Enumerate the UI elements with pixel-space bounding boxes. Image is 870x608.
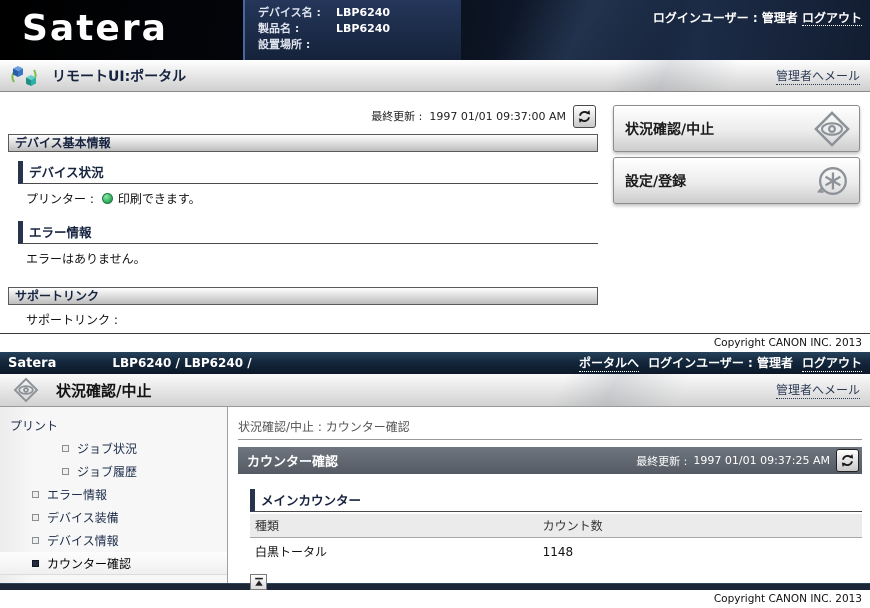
device-status-block: デバイス状況 プリンター : 印刷できます。 エラー情報 エラーはありません。	[18, 161, 598, 267]
sidebar-item-job-status[interactable]: ジョブ状況	[0, 437, 227, 460]
login-user-label: ログインユーザー : 管理者	[653, 11, 798, 25]
counter-refresh-button[interactable]	[836, 449, 859, 472]
last-update-label: 最終更新 :	[371, 108, 422, 124]
sidebar-item-label: プリント	[10, 417, 58, 434]
main-content: 状況確認/中止 : カウンター確認 カウンター確認 最終更新 : 1997 01…	[228, 407, 870, 583]
refresh-button[interactable]	[573, 105, 596, 128]
sidebar: プリント ジョブ状況 ジョブ履歴 エラー情報 デバイス装備 デバイス情報	[0, 407, 228, 583]
device-name-value: LBP6240	[336, 5, 390, 21]
location-row: 設置場所 :	[258, 37, 461, 53]
counter-update-label: 最終更新 :	[636, 453, 687, 469]
sidebar-item-job-history[interactable]: ジョブ履歴	[0, 460, 227, 483]
mail-to-admin-link[interactable]: 管理者へメール	[776, 67, 860, 85]
status-page-title: 状況確認/中止	[56, 380, 151, 401]
remote-ui-page: Satera デバイス名 : LBP6240 製品名 : LBP6240 設置場…	[0, 0, 870, 608]
settings-registration-button-label: 設定/登録	[625, 171, 686, 191]
error-status-text: エラーはありません。	[26, 250, 146, 267]
counter-check-bar: カウンター確認 最終更新 : 1997 01/01 09:37:25 AM	[238, 447, 862, 474]
eye-diamond-icon-small	[13, 377, 39, 403]
status-body: プリント ジョブ状況 ジョブ履歴 エラー情報 デバイス装備 デバイス情報	[0, 407, 870, 583]
counter-count-cell: 1148	[538, 538, 862, 566]
counter-table: 種類 カウント数 白黒トータル 1148	[250, 514, 862, 565]
main-counter-header: メインカウンター	[250, 489, 862, 512]
portal-right-column: 状況確認/中止 設定/登録	[613, 105, 860, 209]
sidebar-item-device-info[interactable]: デバイス情報	[0, 529, 227, 552]
portal-header: Satera デバイス名 : LBP6240 製品名 : LBP6240 設置場…	[0, 0, 870, 60]
nav-links: ポータルへ ログインユーザー : 管理者 ログアウト	[579, 354, 862, 372]
satera-logo: Satera	[22, 8, 168, 49]
printer-status-row: プリンター : 印刷できます。	[18, 190, 598, 207]
sidebar-item-label: ジョブ状況	[77, 440, 137, 457]
sidebar-item-label: エラー情報	[47, 486, 107, 503]
square-bullet-icon	[32, 491, 39, 498]
counter-update-row: 最終更新 : 1997 01/01 09:37:25 AM	[636, 449, 859, 472]
sidebar-item-label: デバイス情報	[47, 532, 119, 549]
square-bullet-icon-selected	[32, 560, 39, 567]
last-update-value: 1997 01/01 09:37:00 AM	[429, 110, 566, 123]
logout-link-2[interactable]: ログアウト	[802, 354, 862, 372]
device-name-row: デバイス名 : LBP6240	[258, 5, 461, 21]
counter-table-header-row: 種類 カウント数	[250, 514, 862, 538]
counter-type-cell: 白黒トータル	[250, 538, 538, 566]
sidebar-item-print[interactable]: プリント	[0, 414, 227, 437]
last-update-row: 最終更新 : 1997 01/01 09:37:00 AM	[8, 104, 598, 128]
device-info-panel: デバイス名 : LBP6240 製品名 : LBP6240 設置場所 :	[243, 0, 461, 60]
error-info-header: エラー情報	[18, 221, 598, 244]
portal-cubes-icon	[10, 65, 38, 87]
support-link-header: サポートリンク	[8, 287, 598, 305]
satera-brand-small: Satera	[8, 356, 56, 371]
product-name-row: 製品名 : LBP6240	[258, 21, 461, 37]
portal-left-column: 最終更新 : 1997 01/01 09:37:00 AM デバイス基本情報 デ…	[8, 104, 598, 328]
device-basic-info-header: デバイス基本情報	[8, 134, 598, 152]
status-monitor-button[interactable]: 状況確認/中止	[613, 105, 860, 152]
counter-check-title: カウンター確認	[247, 451, 338, 470]
device-path: LBP6240 / LBP6240 /	[112, 356, 251, 370]
settings-asterisk-icon	[813, 162, 851, 200]
status-copyright: Copyright CANON INC. 2013	[0, 590, 870, 608]
square-bullet-icon	[32, 514, 39, 521]
sidebar-item-device-features[interactable]: デバイス装備	[0, 506, 227, 529]
mail-to-admin-link-2[interactable]: 管理者へメール	[776, 381, 860, 399]
support-link-row: サポートリンク :	[8, 311, 598, 328]
square-bullet-icon	[62, 468, 69, 475]
eye-diamond-icon	[813, 110, 851, 148]
status-title-bar: 状況確認/中止 管理者へメール	[0, 374, 870, 407]
portal-content: 最終更新 : 1997 01/01 09:37:00 AM デバイス基本情報 デ…	[0, 92, 870, 352]
status-green-dot-icon	[102, 193, 113, 204]
counter-type-header: 種類	[250, 514, 538, 538]
product-name-label: 製品名 :	[258, 21, 336, 37]
to-portal-link[interactable]: ポータルへ	[579, 354, 639, 372]
sidebar-item-label: デバイス装備	[47, 509, 119, 526]
login-user-label-2: ログインユーザー : 管理者	[648, 354, 793, 372]
main-counter-block: メインカウンター 種類 カウント数 白黒トータル 1148	[250, 489, 862, 590]
device-name-label: デバイス名 :	[258, 5, 336, 21]
counter-count-header: カウント数	[538, 514, 862, 538]
printer-label: プリンター :	[26, 190, 94, 207]
counter-table-row: 白黒トータル 1148	[250, 538, 862, 566]
sidebar-item-error-info[interactable]: エラー情報	[0, 483, 227, 506]
settings-registration-button[interactable]: 設定/登録	[613, 157, 860, 204]
square-bullet-icon	[32, 537, 39, 544]
device-status-header: デバイス状況	[18, 161, 598, 184]
sidebar-item-label: ジョブ履歴	[77, 463, 137, 480]
status-monitor-button-label: 状況確認/中止	[625, 119, 714, 139]
portal-title-bar: リモートUI:ポータル 管理者へメール	[0, 60, 870, 92]
error-status-row: エラーはありません。	[18, 250, 598, 267]
product-name-value: LBP6240	[336, 21, 390, 37]
support-link-label: サポートリンク :	[26, 311, 118, 328]
login-status: ログインユーザー : 管理者 ログアウト	[653, 9, 862, 26]
counter-update-value: 1997 01/01 09:37:25 AM	[693, 454, 830, 467]
sidebar-item-counter-check[interactable]: カウンター確認	[0, 552, 227, 575]
back-to-top-button[interactable]	[250, 574, 267, 590]
portal-page-title: リモートUI:ポータル	[52, 66, 186, 86]
sidebar-item-label: カウンター確認	[47, 555, 131, 572]
portal-copyright: Copyright CANON INC. 2013	[0, 333, 870, 352]
location-label: 設置場所 :	[258, 37, 336, 53]
square-bullet-icon	[62, 445, 69, 452]
status-nav-bar: Satera LBP6240 / LBP6240 / ポータルへ ログインユーザ…	[0, 352, 870, 374]
breadcrumb: 状況確認/中止 : カウンター確認	[238, 418, 862, 440]
logout-link[interactable]: ログアウト	[802, 11, 862, 26]
printer-status-text: 印刷できます。	[118, 190, 201, 207]
